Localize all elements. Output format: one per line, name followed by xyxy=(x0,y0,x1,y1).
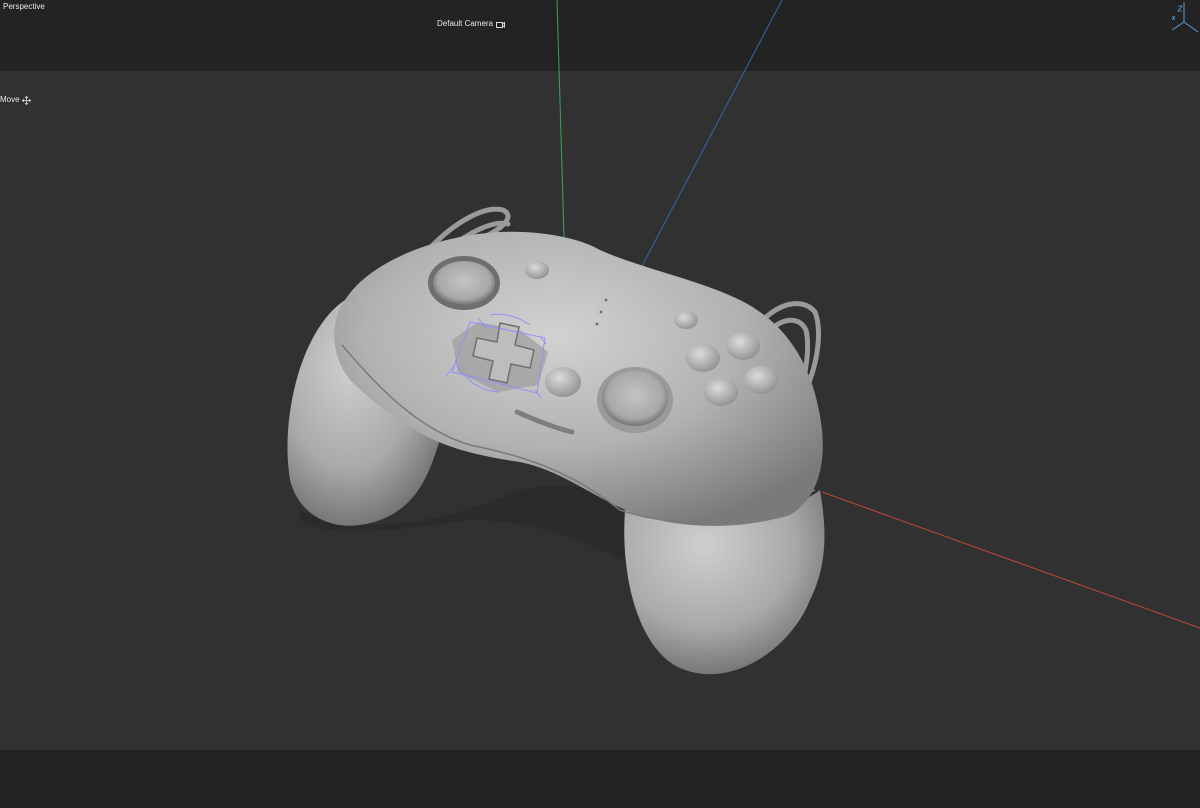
axis-gizmo-icon[interactable] xyxy=(1170,0,1200,41)
led-2 xyxy=(599,310,603,314)
gamepad-model[interactable] xyxy=(287,231,825,675)
tool-name: Move xyxy=(0,95,20,104)
3d-viewport[interactable]: Perspective Default Camera Move xyxy=(0,0,1200,808)
active-tool-indicator[interactable]: Move xyxy=(0,95,31,105)
start-button[interactable] xyxy=(674,311,698,329)
left-stick-cap[interactable] xyxy=(433,261,495,305)
face-button-top[interactable] xyxy=(726,332,760,360)
view-mode-label[interactable]: Perspective xyxy=(3,2,45,12)
led-1 xyxy=(604,298,608,302)
camera-selector[interactable]: Default Camera xyxy=(437,19,506,29)
select-button[interactable] xyxy=(525,261,549,279)
axis-x-line xyxy=(821,491,1200,629)
face-button-left[interactable] xyxy=(686,344,720,372)
axis-z-line xyxy=(641,0,783,267)
right-stick-cap[interactable] xyxy=(602,370,668,426)
move-icon xyxy=(21,95,31,105)
led-3 xyxy=(595,322,599,326)
camera-icon xyxy=(496,21,506,28)
face-button-bottom[interactable] xyxy=(704,378,738,406)
face-button-right[interactable] xyxy=(744,366,778,394)
scene-canvas[interactable] xyxy=(0,0,1200,808)
camera-name: Default Camera xyxy=(437,19,494,28)
home-button[interactable] xyxy=(545,367,581,397)
